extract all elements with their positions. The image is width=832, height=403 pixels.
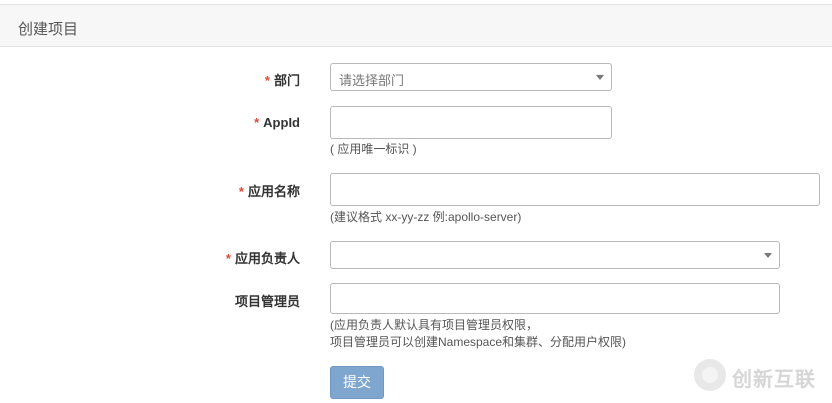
department-placeholder: 请选择部门 <box>339 73 405 88</box>
appid-label: * AppId <box>254 115 300 130</box>
chevron-down-icon <box>764 253 772 258</box>
required-mark: * <box>225 251 231 266</box>
department-label: * 部门 <box>264 73 300 88</box>
required-mark: * <box>254 115 260 130</box>
required-mark: * <box>238 184 244 199</box>
brand-logo-icon <box>694 359 726 391</box>
app-name-input[interactable] <box>330 173 820 206</box>
watermark: 创新互联 <box>694 357 830 393</box>
page-title: 创建项目 <box>18 21 79 38</box>
app-name-help: (建议格式 xx-yy-zz 例:apollo-server) <box>330 210 522 224</box>
panel-header: 创建项目 <box>0 5 832 47</box>
required-mark: * <box>264 73 270 88</box>
admins-select[interactable] <box>330 283 780 314</box>
app-name-label: * 应用名称 <box>238 184 300 199</box>
appid-help: ( 应用唯一标识 ) <box>330 142 417 156</box>
department-select[interactable]: 请选择部门 <box>330 63 612 91</box>
owner-select[interactable] <box>330 241 780 269</box>
chevron-down-icon <box>596 75 604 80</box>
admins-help: (应用负责人默认具有项目管理员权限， 项目管理员可以创建Namespace和集群… <box>330 318 627 349</box>
watermark-text: 创新互联 <box>732 369 816 391</box>
appid-input[interactable] <box>330 106 612 139</box>
admins-label: 项目管理员 <box>234 294 300 309</box>
submit-button[interactable]: 提交 <box>330 366 384 399</box>
owner-label: * 应用负责人 <box>225 251 300 266</box>
